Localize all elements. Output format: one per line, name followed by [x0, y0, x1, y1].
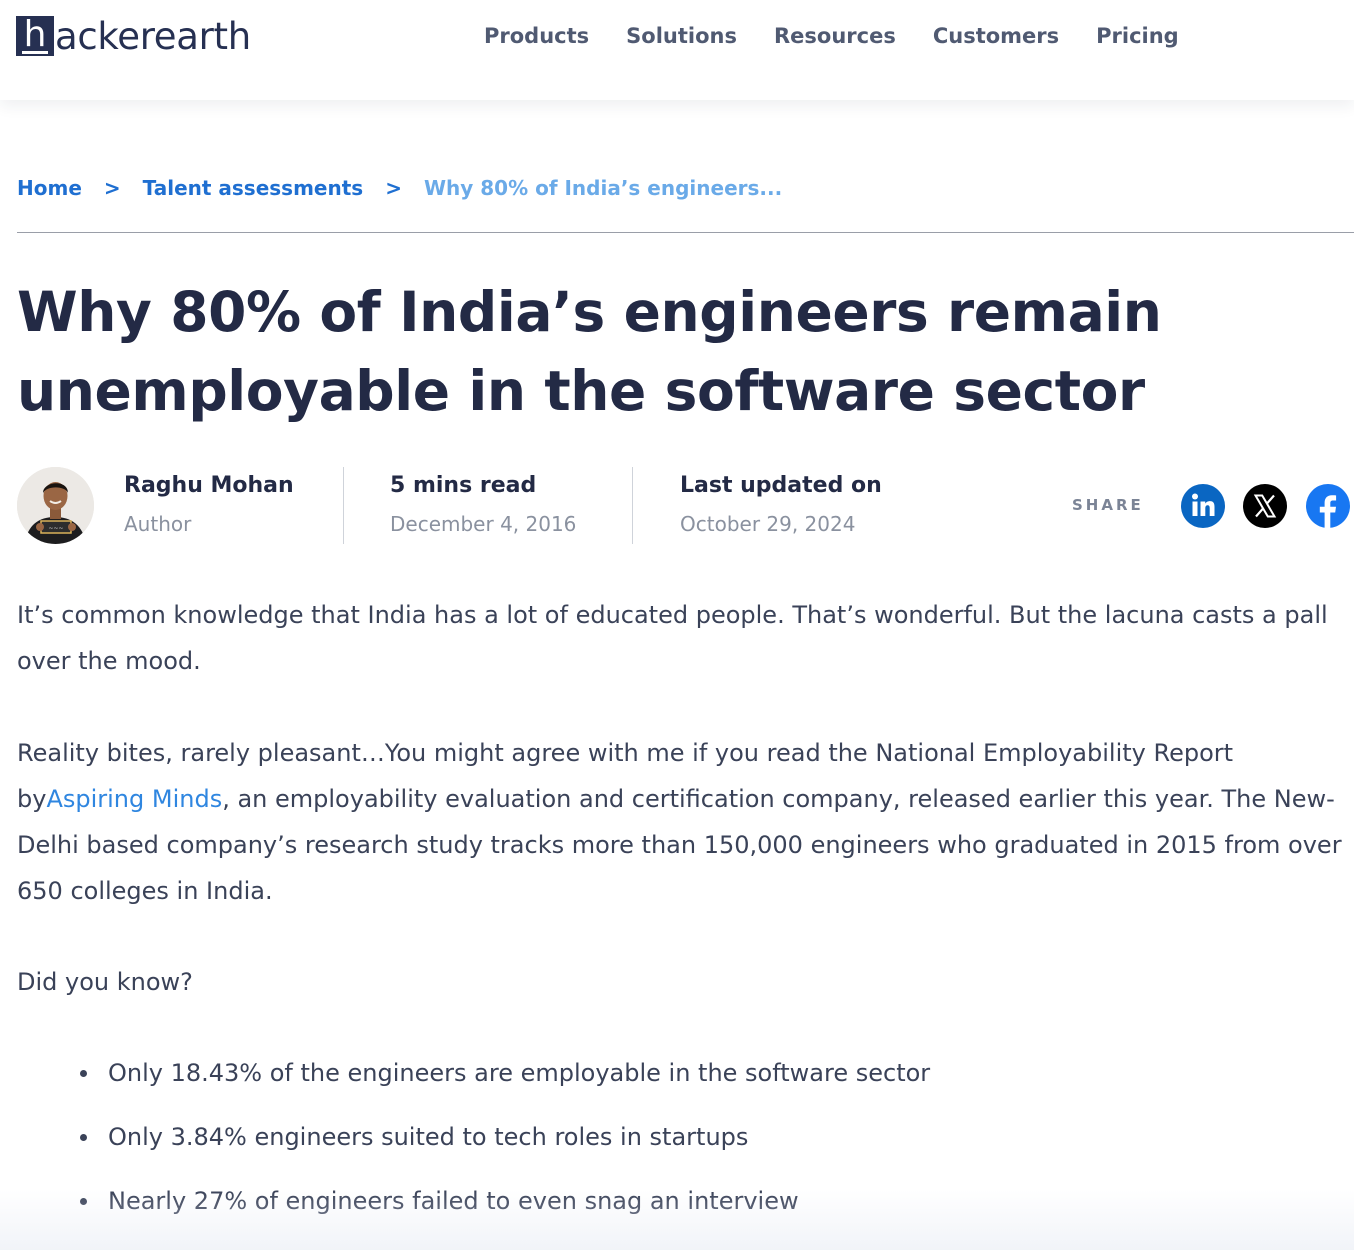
logo-mark: h [16, 16, 54, 56]
nav-products[interactable]: Products [484, 24, 589, 48]
publish-date: December 4, 2016 [390, 512, 577, 536]
list-item: Only 3.84% engineers suited to tech role… [78, 1114, 930, 1160]
author-name[interactable]: Raghu Mohan [124, 470, 294, 502]
x-icon [1243, 484, 1287, 528]
facebook-icon [1306, 484, 1350, 528]
breadcrumb-category[interactable]: Talent assessments [143, 176, 364, 200]
nav-customers[interactable]: Customers [933, 24, 1059, 48]
bullet-dot [80, 1134, 87, 1141]
share-label: SHARE [1072, 496, 1144, 514]
author-avatar[interactable]: ~~~ [17, 467, 94, 544]
breadcrumb-current: Why 80% of India’s engineers... [423, 176, 783, 200]
meta-divider [632, 467, 633, 544]
aspiring-minds-link[interactable]: Aspiring Minds [46, 785, 222, 813]
linkedin-share-button[interactable] [1181, 484, 1225, 528]
x-share-button[interactable] [1243, 484, 1287, 528]
read-time-block: 5 mins read December 4, 2016 [390, 470, 576, 539]
breadcrumb-divider [17, 232, 1354, 233]
updated-label: Last updated on [680, 473, 882, 498]
bullet-dot [80, 1198, 87, 1205]
list-item: Nearly 27% of engineers failed to even s… [78, 1178, 930, 1224]
svg-text:~~~: ~~~ [48, 525, 63, 532]
stats-list: Only 18.43% of the engineers are employa… [78, 1050, 930, 1242]
read-time: 5 mins read [390, 473, 537, 498]
list-item: Only 18.43% of the engineers are employa… [78, 1050, 930, 1096]
breadcrumb-separator: > [103, 176, 121, 200]
author-role: Author [124, 512, 192, 536]
author-block: Raghu Mohan Author [124, 470, 294, 539]
updated-date: October 29, 2024 [680, 512, 856, 536]
breadcrumb-separator: > [385, 176, 402, 200]
list-item-text: Only 3.84% engineers suited to tech role… [108, 1123, 749, 1151]
nav-solutions[interactable]: Solutions [626, 24, 737, 48]
linkedin-icon [1181, 484, 1225, 528]
title-line-1: Why 80% of India’s engineers remain [17, 280, 1162, 344]
meta-divider [343, 467, 344, 544]
title-line-2: unemployable in the software sector [17, 359, 1145, 423]
site-header: h ackerearth Products Solutions Resource… [0, 0, 1354, 100]
list-item-text: Nearly 27% of engineers failed to even s… [108, 1187, 799, 1215]
nav-pricing[interactable]: Pricing [1096, 24, 1179, 48]
bullet-dot [80, 1070, 87, 1077]
hackerearth-logo[interactable]: h ackerearth [16, 12, 251, 60]
breadcrumb: Home > Talent assessments > Why 80% of I… [17, 176, 782, 200]
report-paragraph: Reality bites, rarely pleasant…You might… [17, 730, 1347, 914]
facebook-share-button[interactable] [1306, 484, 1350, 528]
page-title: Why 80% of India’s engineers remain unem… [17, 273, 1217, 431]
breadcrumb-home[interactable]: Home [17, 176, 82, 200]
updated-block: Last updated on October 29, 2024 [680, 470, 882, 539]
nav-resources[interactable]: Resources [774, 24, 896, 48]
logo-text: ackerearth [55, 14, 251, 58]
intro-paragraph: It’s common knowledge that India has a l… [17, 601, 1328, 675]
avatar-photo: ~~~ [17, 467, 94, 544]
did-you-know: Did you know? [17, 968, 193, 996]
list-item-text: Only 18.43% of the engineers are employa… [108, 1059, 931, 1087]
main-nav: Products Solutions Resources Customers P… [484, 24, 1179, 48]
